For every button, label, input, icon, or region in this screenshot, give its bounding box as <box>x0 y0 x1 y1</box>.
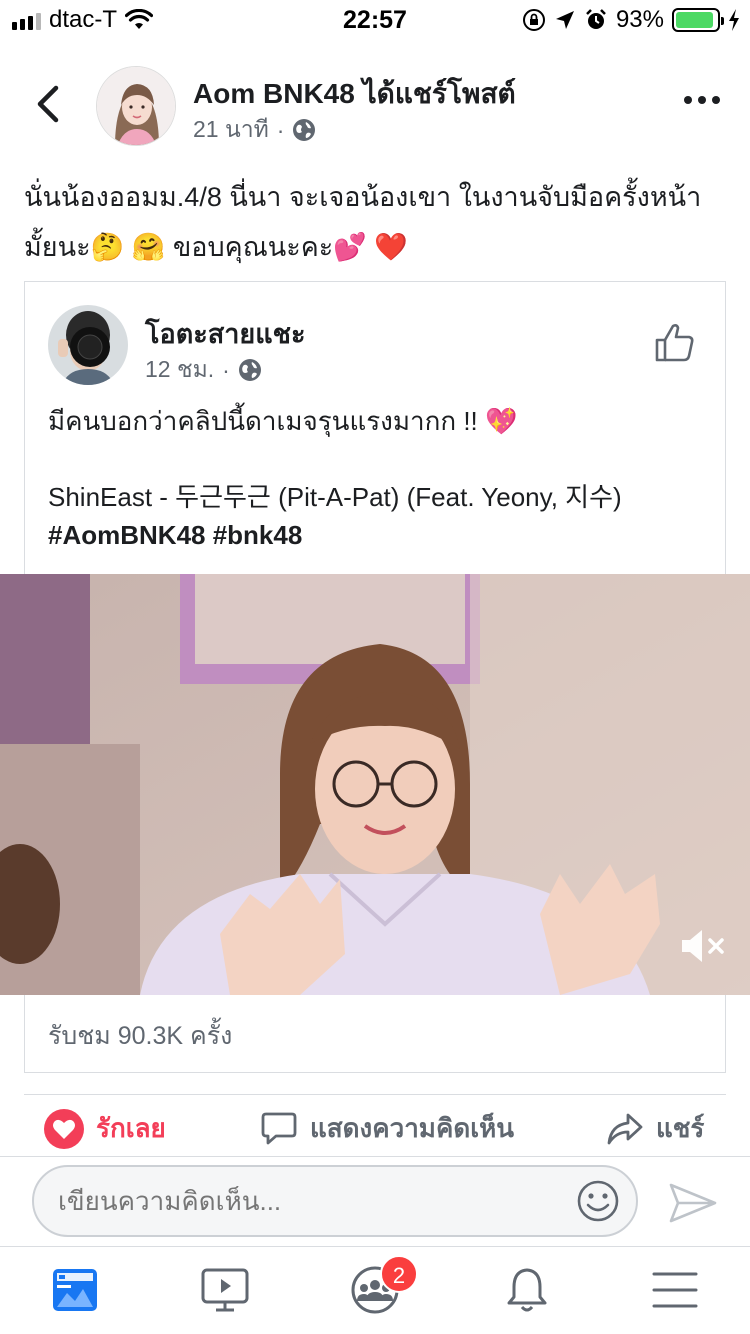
comment-composer <box>0 1156 750 1246</box>
mute-icon[interactable] <box>678 926 728 966</box>
globe-icon <box>293 119 316 141</box>
comment-button[interactable]: แสดงความคิดเห็น <box>260 1108 514 1149</box>
more-options-button[interactable] <box>684 96 720 104</box>
status-bar: dtac-T 22:57 93% <box>0 0 750 40</box>
shared-author-avatar[interactable] <box>48 305 128 385</box>
shared-hashtags[interactable]: #AomBNK48 #bnk48 <box>48 516 708 554</box>
post-time[interactable]: 21 นาที <box>193 112 269 148</box>
tab-watch[interactable] <box>200 1265 250 1315</box>
divider <box>24 1094 726 1095</box>
post-actions: รักเลย แสดงความคิดเห็น แชร์ <box>0 1108 750 1158</box>
love-button[interactable]: รักเลย <box>44 1108 166 1149</box>
header-title[interactable]: Aom BNK48 ได้แชร์โพสต์ <box>193 72 516 116</box>
tab-news-feed[interactable] <box>50 1265 100 1315</box>
battery-icon <box>672 8 724 32</box>
like-page-button[interactable] <box>653 320 697 364</box>
tab-bar: 2 <box>0 1246 750 1334</box>
battery-percent: 93% <box>615 6 664 33</box>
meta-separator: · <box>276 116 285 143</box>
orientation-lock-icon <box>522 9 545 31</box>
groups-badge: 2 <box>380 1255 418 1293</box>
watch-icon <box>201 1268 249 1312</box>
bell-icon <box>507 1268 547 1312</box>
globe-icon <box>238 359 261 381</box>
comment-icon <box>261 1112 297 1144</box>
tab-notifications[interactable] <box>502 1265 552 1315</box>
shared-time[interactable]: 12 ชม. <box>145 352 214 388</box>
alarm-icon <box>586 9 606 29</box>
post-header: Aom BNK48 ได้แชร์โพสต์ 21 นาที · <box>0 58 750 154</box>
menu-icon <box>652 1272 698 1308</box>
heart-icon <box>44 1108 84 1149</box>
post-text: นั่นน้องออมม.4/8 นี่นา จะเจอน้องเขา ในงา… <box>24 182 702 262</box>
charging-icon <box>729 9 739 31</box>
tab-menu[interactable] <box>650 1265 700 1315</box>
video-player[interactable] <box>0 574 750 995</box>
header-meta: 21 นาที · <box>193 112 316 148</box>
status-right: 93% <box>522 6 740 34</box>
send-icon[interactable] <box>668 1181 718 1225</box>
share-label: แชร์ <box>656 1113 705 1143</box>
news-feed-icon <box>53 1269 97 1311</box>
emoji-icon[interactable] <box>576 1179 620 1223</box>
shared-text-line2: ShinEast - 두근두근 (Pit-A-Pat) (Feat. Yeony… <box>48 482 622 512</box>
back-button[interactable] <box>30 84 64 124</box>
share-icon <box>607 1113 643 1144</box>
shared-separator: · <box>222 356 230 383</box>
shared-text-line1: มีคนบอกว่าคลิปนี้ดาเมจรุนแรงมากก !! 💖 <box>48 406 518 436</box>
author-avatar[interactable] <box>96 66 176 146</box>
view-count: รับชม 90.3K ครั้ง <box>48 1022 233 1050</box>
love-label: รักเลย <box>96 1113 166 1143</box>
shared-meta: 12 ชม. · <box>145 352 262 388</box>
shared-post-text: มีคนบอกว่าคลิปนี้ดาเมจรุนแรงมากก !! 💖 Sh… <box>48 402 708 554</box>
shared-author-name[interactable]: โอตะสายแชะ <box>145 312 305 355</box>
comment-input[interactable] <box>32 1165 638 1237</box>
comment-label: แสดงความคิดเห็น <box>310 1113 515 1143</box>
share-button[interactable]: แชร์ <box>606 1108 704 1149</box>
video-frame <box>0 574 750 995</box>
location-icon <box>555 11 574 29</box>
